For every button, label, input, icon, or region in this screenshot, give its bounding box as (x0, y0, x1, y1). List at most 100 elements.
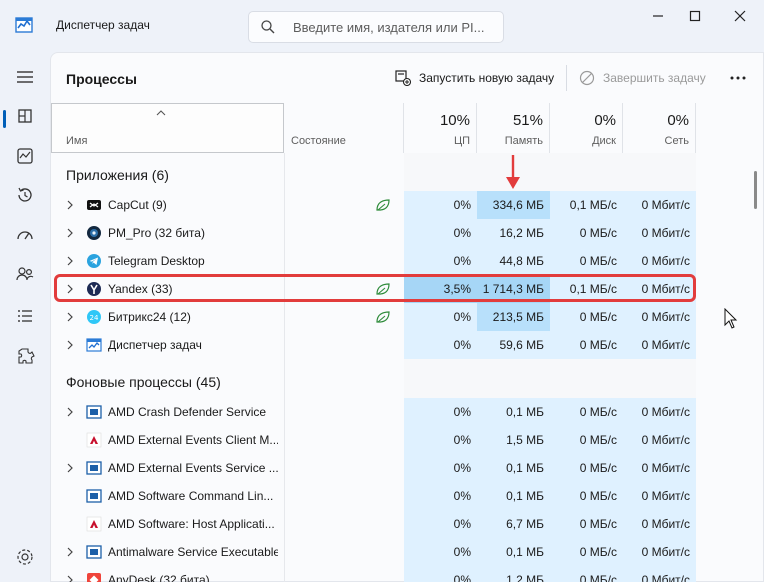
end-task-icon (579, 70, 595, 86)
chevron-right-icon[interactable] (65, 228, 75, 238)
more-options-icon[interactable] (729, 75, 747, 81)
disk-value: 0 МБ/с (579, 545, 617, 559)
pmpro-icon (87, 226, 101, 240)
chevron-right-icon[interactable] (65, 200, 75, 210)
table-row[interactable]: AnyDesk (32 бита) 0% 1,2 МБ 0 МБ/с 0 Мбит/с (51, 566, 764, 582)
chevron-right-icon[interactable] (65, 575, 75, 582)
service-icon (86, 405, 102, 419)
column-header-cpu[interactable]: 10% ЦП (404, 103, 477, 153)
table-row[interactable]: Telegram Desktop 0% 44,8 МБ 0 МБ/с 0 Мбит/с (51, 247, 764, 275)
memory-total-percent: 51% (512, 112, 543, 129)
cpu-value: 0% (453, 517, 471, 531)
mem-value: 213,5 МБ (492, 310, 544, 324)
table-row[interactable]: CapCut (9) 0% 334,6 МБ 0,1 МБ/с 0 Мбит/с (51, 191, 764, 219)
chevron-right-icon[interactable] (65, 256, 75, 266)
app-history-icon[interactable] (12, 182, 38, 208)
search-input[interactable]: Введите имя, издателя или PI... (293, 20, 484, 35)
services-icon[interactable] (12, 343, 38, 369)
cpu-value: 0% (453, 198, 471, 212)
scrollbar-thumb[interactable] (754, 171, 757, 209)
cpu-value: 0% (453, 405, 471, 419)
cpu-value: 0% (453, 433, 471, 447)
disk-value: 0 МБ/с (579, 310, 617, 324)
net-value: 0 Мбит/с (641, 545, 690, 559)
net-value: 0 Мбит/с (641, 489, 690, 503)
mem-value: 16,2 МБ (499, 226, 544, 240)
mem-value: 0,1 МБ (506, 461, 544, 475)
process-name: Antimalware Service Executable (108, 545, 278, 559)
efficiency-mode-leaf-icon (376, 199, 390, 211)
disk-total-percent: 0% (594, 112, 616, 129)
startup-apps-icon[interactable] (12, 222, 38, 248)
net-value: 0 Мбит/с (641, 433, 690, 447)
process-name: AMD External Events Service ... (108, 461, 278, 475)
details-icon[interactable] (12, 303, 38, 329)
efficiency-mode-leaf-icon (376, 311, 390, 323)
chevron-right-icon[interactable] (65, 547, 75, 557)
title-bar: Диспетчер задач Введите имя, издателя ил… (0, 0, 764, 52)
close-icon[interactable] (728, 6, 752, 26)
table-row[interactable]: PM_Pro (32 бита) 0% 16,2 МБ 0 МБ/с 0 Мбит/с (51, 219, 764, 247)
table-row[interactable]: 24 Битрикс24 (12) 0% 213,5 МБ 0 МБ/с 0 Мбит/с (51, 303, 764, 331)
net-value: 0 Мбит/с (641, 198, 690, 212)
anydesk-icon (87, 573, 101, 582)
amd-icon (86, 432, 102, 448)
chevron-right-icon[interactable] (65, 340, 75, 350)
minimize-icon[interactable] (646, 6, 670, 26)
mem-value: 1,2 МБ (506, 573, 544, 582)
cpu-value: 0% (453, 461, 471, 475)
column-header-network[interactable]: 0% Сеть (623, 103, 696, 153)
service-icon (86, 489, 102, 503)
chevron-right-icon[interactable] (65, 407, 75, 417)
cpu-value: 0% (453, 489, 471, 503)
net-value: 0 Мбит/с (641, 461, 690, 475)
toolbar-divider (566, 65, 567, 91)
performance-icon[interactable] (12, 143, 38, 169)
table-row[interactable]: AMD Software Command Lin... 0% 0,1 МБ 0 МБ/… (51, 482, 764, 510)
mem-value: 0,1 МБ (506, 545, 544, 559)
search-box[interactable]: Введите имя, издателя или PI... (248, 11, 504, 43)
process-name: Битрикс24 (12) (108, 310, 191, 324)
chevron-right-icon[interactable] (65, 463, 75, 473)
column-name-label: Имя (66, 135, 88, 147)
table-row[interactable]: AMD Software: Host Applicati... 0% 6,7 МБ 0… (51, 510, 764, 538)
end-task-button[interactable]: Завершить задачу (579, 67, 706, 89)
table-row[interactable]: Диспетчер задач 0% 59,6 МБ 0 МБ/с 0 Мбит/с (51, 331, 764, 359)
disk-value: 0 МБ/с (579, 338, 617, 352)
net-value: 0 Мбит/с (641, 310, 690, 324)
column-header-memory[interactable]: 51% Память (477, 103, 550, 153)
maximize-icon[interactable] (683, 6, 707, 26)
run-new-task-button[interactable]: Запустить новую задачу (395, 67, 554, 89)
process-name: AnyDesk (32 бита) (108, 573, 210, 582)
cpu-value: 0% (453, 573, 471, 582)
column-memory-label: Память (504, 135, 543, 147)
mem-value: 0,1 МБ (506, 489, 544, 503)
table-row[interactable]: AMD External Events Client M... 0% 1,5 МБ 0… (51, 426, 764, 454)
table-row[interactable]: Antimalware Service Executable 0% 0,1 МБ 0 … (51, 538, 764, 566)
cpu-total-percent: 10% (439, 112, 470, 129)
task-manager-icon (15, 17, 33, 33)
column-cpu-label: ЦП (453, 135, 470, 147)
cpu-value: 0% (453, 310, 471, 324)
settings-gear-icon[interactable] (12, 544, 38, 570)
processes-icon[interactable] (12, 103, 38, 129)
process-name: AMD External Events Client M... (108, 433, 278, 447)
process-name: AMD Crash Defender Service (108, 405, 267, 419)
net-value: 0 Мбит/с (641, 405, 690, 419)
column-header-name[interactable]: Имя (51, 103, 284, 153)
net-value: 0 Мбит/с (641, 573, 690, 582)
chevron-right-icon[interactable] (65, 312, 75, 322)
network-total-percent: 0% (667, 112, 689, 129)
users-icon[interactable] (12, 261, 38, 287)
disk-value: 0 МБ/с (579, 433, 617, 447)
table-row[interactable]: AMD Crash Defender Service 0% 0,1 МБ 0 МБ/с… (51, 398, 764, 426)
disk-value: 0 МБ/с (579, 573, 617, 582)
column-header-status[interactable]: Состояние (284, 103, 404, 153)
hamburger-menu-icon[interactable] (12, 64, 38, 90)
page-title: Процессы (66, 71, 137, 87)
new-task-icon (395, 70, 411, 86)
column-header-disk[interactable]: 0% Диск (550, 103, 623, 153)
table-row[interactable]: AMD External Events Service ... 0% 0,1 МБ 0… (51, 454, 764, 482)
process-name: Telegram Desktop (108, 254, 205, 268)
amd-icon (86, 516, 102, 532)
